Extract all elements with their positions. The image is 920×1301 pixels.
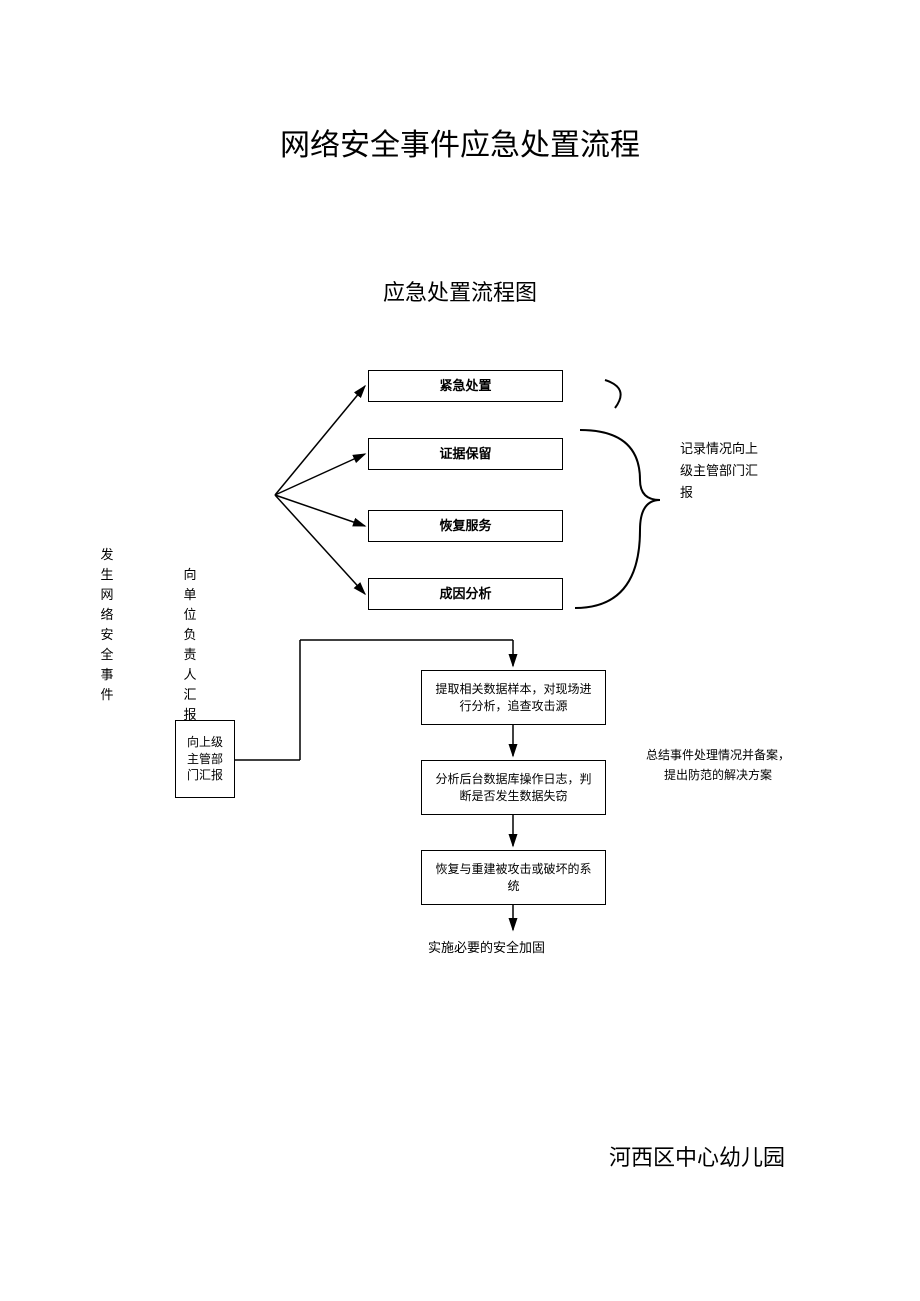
box-analyze-logs: 分析后台数据库操作日志，判断是否发生数据失窃 [421, 760, 606, 815]
box-recovery: 恢复服务 [368, 510, 563, 542]
bottom-label-harden: 实施必要的安全加固 [428, 937, 545, 956]
side-note-summary: 总结事件处理情况并备案，提出防范的解决方案 [643, 745, 793, 785]
box-evidence: 证据保留 [368, 438, 563, 470]
flowchart-connectors [0, 0, 920, 1301]
box-analysis: 成因分析 [368, 578, 563, 610]
footer-org: 河西区中心幼儿园 [609, 1140, 785, 1172]
page-title: 网络安全事件应急处置流程 [0, 120, 920, 164]
box-extract-samples: 提取相关数据样本，对现场进行分析，追查攻击源 [421, 670, 606, 725]
side-note-record: 记录情况向上级主管部门汇报 [680, 438, 760, 504]
left-label-incident: 发生网络安全事件 [100, 545, 114, 705]
box-restore-system: 恢复与重建被攻击或破坏的系统 [421, 850, 606, 905]
box-report-superior: 向上级主管部门汇报 [175, 720, 235, 798]
box-emergency: 紧急处置 [368, 370, 563, 402]
left-label-report-unit: 向单位负责人汇报 [183, 565, 197, 725]
diagram-subtitle: 应急处置流程图 [0, 275, 920, 307]
